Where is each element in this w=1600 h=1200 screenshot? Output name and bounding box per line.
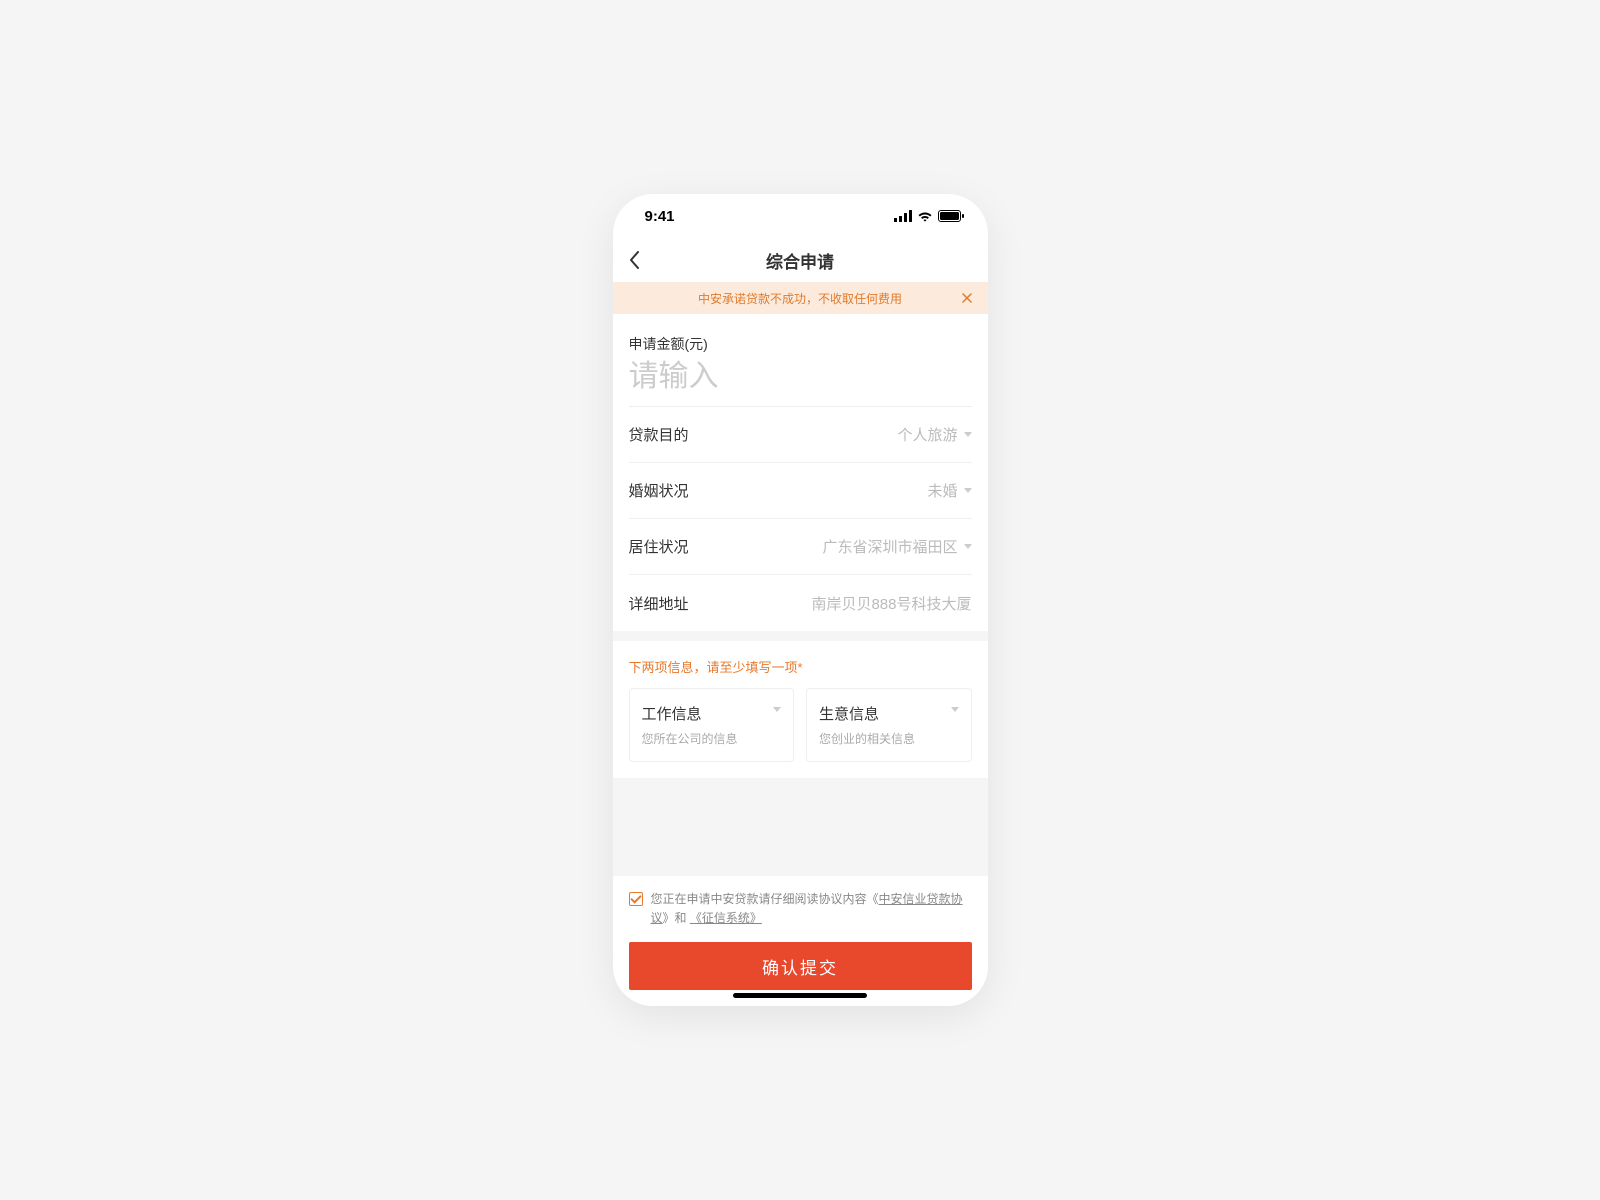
row-value: 未婚 (927, 480, 971, 501)
banner-text: 中安承诺贷款不成功，不收取任何费用 (698, 290, 902, 307)
required-star: * (798, 660, 803, 675)
row-value: 个人旅游 (897, 424, 971, 445)
amount-input[interactable] (629, 354, 972, 407)
close-icon[interactable] (960, 291, 974, 305)
business-info-card[interactable]: 生意信息 您创业的相关信息 (806, 688, 972, 762)
agreement-checkbox[interactable] (629, 892, 643, 906)
bracket: 》 (663, 911, 675, 925)
row-address[interactable]: 详细地址 南岸贝贝888号科技大厦 (629, 575, 972, 631)
form-top-section: 申请金额(元) 贷款目的 个人旅游 婚姻状况 未婚 居住状况 广东省 (613, 320, 988, 631)
chevron-down-icon (773, 707, 781, 712)
status-time: 9:41 (645, 208, 675, 225)
row-loan-purpose[interactable]: 贷款目的 个人旅游 (629, 407, 972, 463)
row-marital-status[interactable]: 婚姻状况 未婚 (629, 463, 972, 519)
back-button[interactable] (629, 251, 639, 269)
card-title: 工作信息 (642, 703, 782, 724)
status-bar: 9:41 (613, 194, 988, 238)
row-value: 南岸贝贝888号科技大厦 (811, 593, 971, 614)
work-info-card[interactable]: 工作信息 您所在公司的信息 (629, 688, 795, 762)
spacer (613, 778, 988, 876)
value-text: 南岸贝贝888号科技大厦 (811, 593, 971, 614)
submit-button[interactable]: 确认提交 (629, 942, 972, 990)
card-subtitle: 您创业的相关信息 (819, 730, 959, 747)
phone-frame: 9:41 综合申请 中安承诺贷款不成功，不收取任何费用 申请金额(元 (613, 194, 988, 1006)
additional-info-section: 下两项信息，请至少填写一项* 工作信息 您所在公司的信息 生意信息 您创业的相关… (613, 641, 988, 778)
cellular-icon (894, 210, 912, 222)
agree-and: 和 (675, 911, 687, 925)
chevron-down-icon (964, 432, 972, 437)
bracket: 《 (867, 892, 879, 906)
chevron-down-icon (964, 488, 972, 493)
page-title: 综合申请 (613, 248, 988, 273)
agreement-section: 您正在申请中安贷款请仔细阅读协议内容《中安信业贷款协议》和 《征信系统》 确认提… (613, 876, 988, 1006)
content-area: 中安承诺贷款不成功，不收取任何费用 申请金额(元) 贷款目的 个人旅游 婚姻状况… (613, 282, 988, 1006)
agreement-link-2[interactable]: 《征信系统》 (690, 911, 762, 925)
row-value: 广东省深圳市福田区 (822, 536, 971, 557)
row-residence[interactable]: 居住状况 广东省深圳市福田区 (629, 519, 972, 575)
status-icons (894, 210, 964, 222)
home-indicator (733, 993, 867, 998)
bracket: 《 (690, 911, 702, 925)
chevron-down-icon (951, 707, 959, 712)
chevron-down-icon (964, 544, 972, 549)
nav-bar: 综合申请 (613, 238, 988, 282)
amount-label: 申请金额(元) (629, 320, 972, 354)
section-divider (613, 631, 988, 641)
row-label: 贷款目的 (629, 424, 689, 445)
row-label: 婚姻状况 (629, 480, 689, 501)
row-label: 居住状况 (629, 536, 689, 557)
info-cards: 工作信息 您所在公司的信息 生意信息 您创业的相关信息 (629, 688, 972, 762)
agreement-text: 您正在申请中安贷款请仔细阅读协议内容《中安信业贷款协议》和 《征信系统》 (651, 890, 972, 928)
battery-icon (938, 210, 964, 222)
link-text: 征信系统 (702, 911, 750, 925)
card-subtitle: 您所在公司的信息 (642, 730, 782, 747)
agree-prefix: 您正在申请中安贷款请仔细阅读协议内容 (651, 892, 867, 906)
value-text: 广东省深圳市福田区 (822, 536, 957, 557)
section-title: 下两项信息，请至少填写一项* (629, 657, 972, 676)
value-text: 个人旅游 (897, 424, 957, 445)
wifi-icon (917, 210, 933, 222)
promo-banner: 中安承诺贷款不成功，不收取任何费用 (613, 282, 988, 314)
agreement-row: 您正在申请中安贷款请仔细阅读协议内容《中安信业贷款协议》和 《征信系统》 (629, 890, 972, 928)
bracket: 》 (750, 911, 762, 925)
row-label: 详细地址 (629, 593, 689, 614)
card-title: 生意信息 (819, 703, 959, 724)
value-text: 未婚 (927, 480, 957, 501)
title-text: 下两项信息，请至少填写一项 (629, 660, 798, 675)
